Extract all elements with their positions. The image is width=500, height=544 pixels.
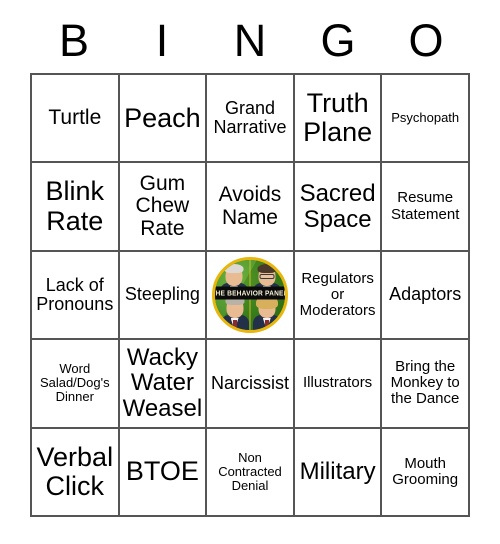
bingo-cell-label: Truth Plane <box>303 88 373 148</box>
bingo-cell-r5-c3[interactable]: Non Contracted Denial <box>207 428 295 517</box>
bingo-cell-r2-c2[interactable]: Gum Chew Rate <box>119 163 208 252</box>
bingo-cell-label: Peach <box>124 102 201 133</box>
header-letter-o: O <box>408 15 444 66</box>
logo-banner-text: THE BEHAVIOR PANEL <box>211 288 288 298</box>
bingo-cell-r5-c2[interactable]: BTOE <box>119 428 208 517</box>
logo-quadrant-bottom-right <box>249 295 284 330</box>
logo-quadrant-bottom-left <box>217 295 252 330</box>
bingo-cell-r5-c1[interactable]: Verbal Click <box>32 428 120 517</box>
bingo-cell-r3-c4[interactable]: Regulators or Moderators <box>294 251 383 341</box>
bingo-cell-label: Verbal Click <box>36 441 114 501</box>
bingo-cell-r4-c2[interactable]: Wacky Water Weasel <box>119 340 208 429</box>
header-letter-n: N <box>233 15 267 66</box>
header-letter-i: I <box>155 15 169 66</box>
bingo-cell-r3-c1[interactable]: Lack of Pronouns <box>32 251 120 341</box>
bingo-cell-r5-c4[interactable]: Military <box>294 428 383 517</box>
bingo-cell-r4-c4[interactable]: Illustrators <box>294 340 383 429</box>
bingo-cell-r2-c4[interactable]: Sacred Space <box>294 163 383 252</box>
bingo-cell-label: Grand Narrative <box>213 97 287 138</box>
panelist-hair <box>224 263 244 273</box>
panelist-tie <box>232 319 237 330</box>
bingo-cell-r1-c1[interactable]: Turtle <box>32 75 120 164</box>
bingo-card: B I N G O Turtle Peach Grand Narrative Trut… <box>0 0 500 544</box>
panelist-glasses <box>259 273 275 279</box>
bingo-cell-label: Military <box>299 457 376 485</box>
bingo-cell-label: Psychopath <box>391 110 460 126</box>
bingo-cell-label: Gum Chew Rate <box>135 171 190 240</box>
bingo-cell-r1-c4[interactable]: Truth Plane <box>294 75 383 164</box>
bingo-cell-label: BTOE <box>125 456 199 487</box>
panelist-hair <box>257 263 277 273</box>
panelist-tie <box>264 319 269 330</box>
bingo-cell-label: Regulators or Moderators <box>299 269 376 320</box>
bingo-cell-label: Steepling <box>124 284 200 305</box>
bingo-cell-label: Mouth Grooming <box>392 454 459 488</box>
bingo-cell-r4-c3[interactable]: Narcissist <box>207 340 295 429</box>
bingo-cell-label: Resume Statement <box>391 189 460 223</box>
bingo-cell-r1-c3[interactable]: Grand Narrative <box>207 75 295 164</box>
logo-banner: THE BEHAVIOR PANEL <box>211 286 288 300</box>
bingo-cell-label: Non Contracted Denial <box>218 449 282 493</box>
bingo-cell-r2-c3[interactable]: Avoids Name <box>207 163 295 252</box>
bingo-cell-r2-c5[interactable]: Resume Statement <box>382 163 470 252</box>
bingo-cell-label: Narcissist <box>210 372 289 393</box>
bingo-cell-label: Avoids Name <box>218 182 282 229</box>
bingo-cell-label: Word Salad/Dog's Dinner <box>39 361 110 405</box>
bingo-cell-r3-c2[interactable]: Steepling <box>119 251 208 341</box>
behavior-panel-logo: THE BEHAVIOR PANEL <box>211 256 288 333</box>
header-letter-b: B <box>58 15 89 66</box>
bingo-cell-free-space[interactable]: THE BEHAVIOR PANEL <box>207 251 295 341</box>
bingo-cell-label: Illustrators <box>303 374 373 392</box>
bingo-cell-label: Lack of Pronouns <box>36 274 114 314</box>
bingo-cell-r3-c5[interactable]: Adaptors <box>382 251 470 341</box>
panelist-portrait-bottom-right <box>252 295 282 330</box>
bingo-header: B I N G O <box>30 12 470 70</box>
bingo-cell-r5-c5[interactable]: Mouth Grooming <box>382 428 470 517</box>
header-letter-g: G <box>320 15 356 66</box>
bingo-cell-label: Blink Rate <box>45 176 105 236</box>
bingo-cell-label: Wacky Water Weasel <box>122 343 203 423</box>
bingo-cell-label: Bring the Monkey to the Dance <box>390 358 460 408</box>
bingo-cell-r4-c5[interactable]: Bring the Monkey to the Dance <box>382 340 470 429</box>
bingo-cell-r2-c1[interactable]: Blink Rate <box>32 163 120 252</box>
bingo-cell-label: Adaptors <box>389 284 462 305</box>
bingo-cell-r4-c1[interactable]: Word Salad/Dog's Dinner <box>32 340 120 429</box>
bingo-cell-label: Turtle <box>48 105 102 129</box>
bingo-cell-r1-c2[interactable]: Peach <box>119 75 208 164</box>
bingo-grid: Turtle Peach Grand Narrative Truth Plane Psy… <box>30 73 470 517</box>
bingo-cell-label: Sacred Space <box>299 179 376 233</box>
panelist-portrait-bottom-left <box>220 295 250 330</box>
bingo-cell-r1-c5[interactable]: Psychopath <box>382 75 470 164</box>
